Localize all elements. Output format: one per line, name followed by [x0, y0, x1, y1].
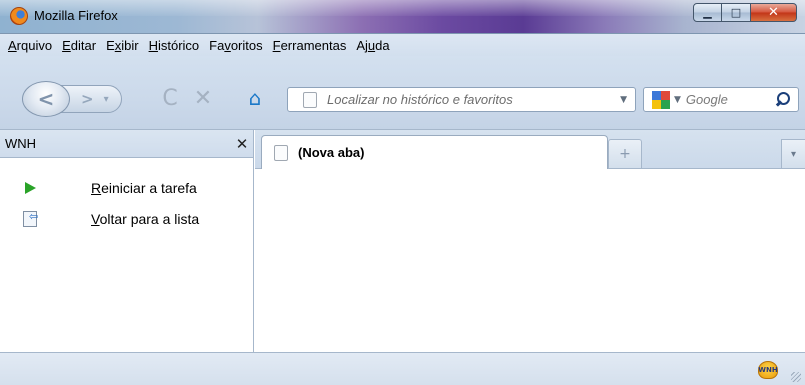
menu-bar: Arquivo Editar Exibir Histórico Favorito…	[0, 34, 805, 56]
search-engine-dropdown-icon[interactable]: ▼	[674, 95, 681, 105]
tab-page-icon	[274, 144, 288, 161]
search-bar[interactable]: ▼ Google	[643, 87, 799, 112]
sidebar-close-icon[interactable]: ✕	[231, 135, 253, 153]
window-controls: ▁ □ ✕	[693, 3, 797, 22]
minimize-button[interactable]: ▁	[693, 3, 722, 22]
back-arrow-icon: <	[37, 87, 55, 111]
tab-label: (Nova aba)	[298, 145, 365, 160]
restart-task-label: Reiniciar a tarefa	[91, 179, 197, 196]
reload-icon[interactable]: C	[158, 86, 182, 111]
url-dropdown-icon[interactable]: ▼	[620, 95, 627, 105]
close-window-button[interactable]: ✕	[751, 3, 797, 22]
menu-ajuda[interactable]: Ajuda	[351, 38, 394, 53]
wnh-status-icon[interactable]: WNH	[758, 361, 778, 379]
forward-arrow-icon: >	[81, 90, 94, 108]
list-all-tabs-button[interactable]: ▾	[781, 139, 805, 168]
url-placeholder: Localizar no histórico e favoritos	[327, 92, 513, 107]
sidebar: WNH ✕ Reiniciar a tarefa Voltar para a l…	[0, 130, 254, 352]
play-icon	[25, 181, 36, 194]
sidebar-title: WNH	[5, 136, 37, 151]
search-placeholder: Google	[685, 92, 728, 107]
title-bar: Mozilla Firefox ▁ □ ✕	[0, 0, 805, 34]
menu-editar[interactable]: Editar	[57, 38, 101, 53]
sidebar-header: WNH ✕	[0, 130, 253, 158]
navigation-toolbar: > ▾ < C ✕ ⌂ Localizar no histórico e fav…	[0, 56, 805, 130]
new-tab-button[interactable]: +	[608, 139, 642, 168]
google-engine-icon[interactable]	[652, 90, 670, 109]
menu-ferramentas[interactable]: Ferramentas	[268, 38, 352, 53]
history-dropdown-icon[interactable]: ▾	[104, 94, 109, 105]
menu-exibir[interactable]: Exibir	[101, 38, 144, 53]
firefox-logo-icon	[10, 7, 28, 25]
window-title: Mozilla Firefox	[34, 8, 118, 23]
tab-new[interactable]: (Nova aba)	[261, 135, 608, 169]
back-to-list-icon	[23, 210, 38, 227]
page-icon	[303, 91, 317, 108]
menu-historico[interactable]: Histórico	[144, 38, 205, 53]
url-bar[interactable]: Localizar no histórico e favoritos ▼	[287, 87, 636, 112]
back-to-list-item[interactable]: Voltar para a lista	[0, 203, 253, 234]
back-to-list-label: Voltar para a lista	[91, 210, 200, 227]
menu-arquivo[interactable]: Arquivo	[3, 38, 57, 53]
page-content[interactable]	[255, 170, 805, 352]
restart-task-item[interactable]: Reiniciar a tarefa	[0, 172, 253, 203]
menu-favoritos[interactable]: Favoritos	[204, 38, 267, 53]
status-bar: WNH	[0, 352, 805, 385]
home-icon[interactable]: ⌂	[243, 86, 267, 110]
search-icon[interactable]	[774, 91, 792, 109]
back-button[interactable]: <	[22, 81, 70, 117]
maximize-button[interactable]: □	[722, 3, 751, 22]
tab-strip: (Nova aba) + ▾	[255, 130, 805, 169]
stop-icon[interactable]: ✕	[191, 86, 215, 111]
resize-grip-icon[interactable]	[791, 372, 801, 382]
